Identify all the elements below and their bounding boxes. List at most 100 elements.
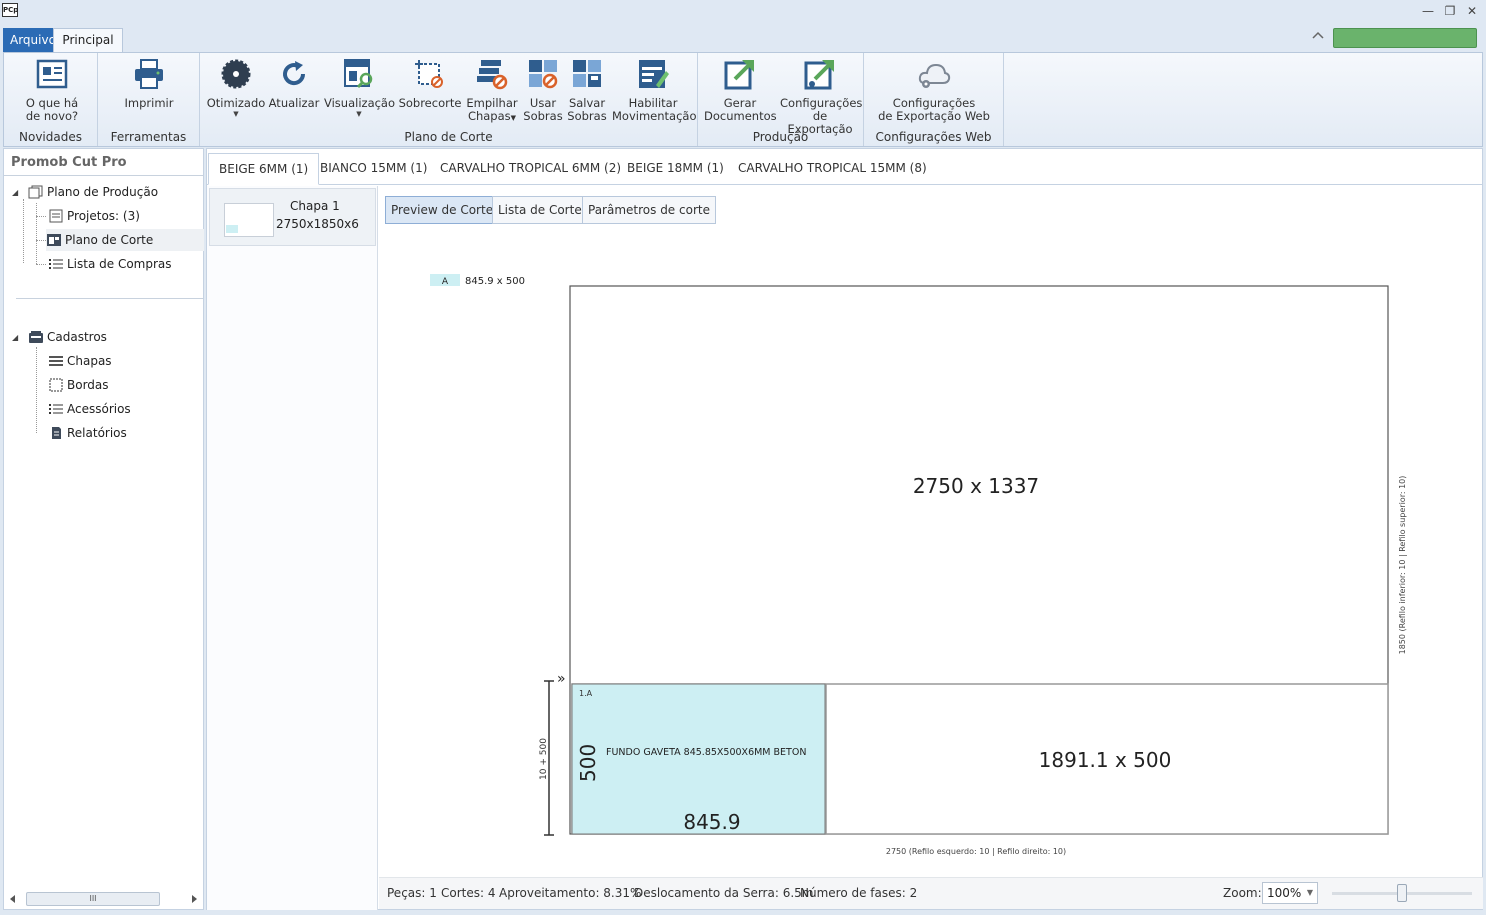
recut-icon — [415, 60, 443, 88]
preview-de-corte-button[interactable]: Preview de Corte — [385, 196, 500, 224]
tree-node-production-plan[interactable]: Plano de Produção — [28, 181, 158, 203]
status-pieces: Peças: 1 — [387, 886, 437, 900]
refresh-button[interactable]: Atualizar — [268, 57, 320, 110]
scroll-right-icon[interactable] — [191, 895, 197, 903]
cut-plan-icon — [47, 233, 61, 246]
group-producao: Gerar Documentos Configurações de Export… — [698, 53, 864, 146]
web-export-settings-button[interactable]: Configurações de Exportação Web — [874, 57, 994, 123]
tree-expander-icon[interactable]: ◢ — [12, 188, 18, 197]
folder-box-icon — [29, 330, 43, 343]
group-label-novidades: Novidades — [19, 130, 82, 144]
zoom-select[interactable]: 100% ▼ — [1262, 882, 1318, 904]
status-bar: Peças: 1 Cortes: 4 Aproveitamento: 8.31%… — [379, 877, 1483, 909]
tab-material-beige-6mm[interactable]: BEIGE 6MM (1) — [208, 153, 320, 185]
status-saw-travel: Deslocamento da Serra: 6.5m — [634, 886, 814, 900]
collapse-ribbon-icon[interactable] — [1311, 30, 1325, 44]
piece-legend: A 845.9 x 500 — [430, 274, 525, 287]
scroll-left-icon[interactable] — [10, 895, 16, 903]
sidebar-title: Promob Cut Pro — [11, 155, 127, 170]
sheet-size: 2750x1850x6 — [276, 217, 359, 231]
export-document-icon — [724, 60, 754, 90]
tab-principal[interactable]: Principal — [53, 28, 123, 52]
project-icon — [49, 209, 63, 222]
status-yield: Aproveitamento: 8.31% — [499, 886, 642, 900]
view-button[interactable]: Visualização ▼ — [324, 57, 395, 118]
print-button[interactable]: Imprimir — [118, 57, 180, 110]
tab-material-carvalho-15mm[interactable]: CARVALHO TROPICAL 15MM (8) — [728, 153, 937, 185]
tab-material-beige-18mm[interactable]: BEIGE 18MM (1) — [617, 153, 734, 185]
movement-icon — [639, 60, 669, 88]
tree-node-cut-plan[interactable]: Plano de Corte — [46, 229, 204, 251]
sidebar: Promob Cut Pro ◢ Plano de Produção Proje… — [3, 148, 204, 910]
tree-node-shopping-list[interactable]: Lista de Compras — [48, 253, 172, 275]
scrollbar-thumb[interactable]: III — [26, 892, 160, 906]
piece-width-label: 845.9 — [683, 810, 740, 834]
printer-icon — [135, 59, 163, 89]
group-label-ferramentas: Ferramentas — [110, 130, 187, 144]
tab-material-carvalho-6mm[interactable]: CARVALHO TROPICAL 6MM (2) — [430, 153, 631, 185]
export-settings-icon — [804, 60, 834, 90]
sheet-height-dimension: 1850 (Refilo inferior: 10 | Refilo super… — [1398, 476, 1407, 655]
group-label-producao: Produção — [752, 130, 809, 144]
sheet-card[interactable]: Chapa 1 2750x1850x6 — [209, 188, 376, 246]
enable-movement-button[interactable]: Habilitar Movimentação — [612, 57, 697, 123]
news-icon — [36, 59, 68, 89]
sheet-width-dimension: 2750 (Refilo esquerdo: 10 | Refilo direi… — [886, 847, 1066, 856]
tab-material-bianco-15mm[interactable]: BIANCO 15MM (1) — [310, 153, 437, 185]
tree-expander-icon[interactable]: ◢ — [12, 333, 18, 342]
license-status-bar — [1333, 28, 1477, 48]
group-label-configuracoes-web: Configurações Web — [875, 130, 992, 144]
piece-height-label: 500 — [576, 744, 600, 782]
app-logo: PCp — [2, 3, 18, 17]
optimized-button[interactable]: Otimizado ▼ — [206, 57, 266, 118]
piece-id: 1.A — [579, 689, 593, 698]
legend-size: 845.9 x 500 — [465, 276, 525, 287]
minimize-button[interactable]: — — [1419, 3, 1437, 19]
zoom-slider-thumb[interactable] — [1397, 884, 1407, 902]
main-area: BEIGE 6MM (1) BIANCO 15MM (1) CARVALHO T… — [206, 148, 1483, 910]
ribbon: O que há de novo? Novidades Imprimir Fer… — [3, 52, 1483, 147]
tree-node-registries[interactable]: Cadastros — [28, 326, 107, 348]
tree-node-reports[interactable]: Relatórios — [48, 422, 127, 444]
chevron-down-icon: ▼ — [1306, 888, 1313, 897]
saw-blade-icon — [221, 59, 251, 89]
edges-icon — [49, 378, 63, 391]
stacked-sheets-icon — [477, 60, 508, 90]
strip-dimension-label: 10 + 500 — [539, 738, 549, 780]
parametros-de-corte-button[interactable]: Parâmetros de corte — [582, 196, 716, 224]
dropdown-arrow-icon: ▼ — [356, 110, 362, 118]
tree-node-projects[interactable]: Projetos: (3) — [48, 205, 140, 227]
restore-button[interactable]: ❐ — [1441, 3, 1459, 19]
group-novidades: O que há de novo? Novidades — [4, 53, 98, 146]
legend-tag: A — [442, 277, 449, 287]
group-ferramentas: Imprimir Ferramentas — [98, 53, 200, 146]
title-bar: PCp — ❐ ✕ — [0, 0, 1486, 24]
right-leftover-label: 1891.1 x 500 — [1039, 748, 1172, 772]
strip-marker-icon: » — [557, 671, 566, 687]
generate-documents-button[interactable]: Gerar Documentos — [704, 57, 777, 123]
whats-new-button[interactable]: O que há de novo? — [12, 57, 92, 123]
stack-sheets-button[interactable]: Empilhar Chapas▼ — [464, 57, 520, 125]
tree-node-edges[interactable]: Bordas — [48, 374, 109, 396]
recut-button[interactable]: Sobrecorte — [398, 57, 462, 110]
lista-de-corte-button[interactable]: Lista de Corte — [492, 196, 588, 224]
zoom-label: Zoom: — [1223, 886, 1262, 900]
sidebar-horizontal-scrollbar[interactable]: III — [8, 891, 199, 907]
group-configuracoes-web: Configurações de Exportação Web Configur… — [864, 53, 1004, 146]
use-leftovers-button[interactable]: Usar Sobras — [522, 57, 564, 123]
close-button[interactable]: ✕ — [1463, 3, 1481, 19]
save-leftovers-icon — [573, 60, 601, 87]
status-phases: Número de fases: 2 — [800, 886, 918, 900]
top-leftover-label: 2750 x 1337 — [913, 474, 1039, 498]
sheet-list: Chapa 1 2750x1850x6 — [207, 186, 378, 910]
material-tabs: BEIGE 6MM (1) BIANCO 15MM (1) CARVALHO T… — [207, 149, 1482, 185]
export-settings-button[interactable]: Configurações de Exportação — [780, 57, 862, 136]
piece-name: FUNDO GAVETA 845.85X500X6MM BETON — [606, 747, 806, 758]
tree-node-accessories[interactable]: Acessórios — [48, 398, 131, 420]
sheet-name: Chapa 1 — [290, 199, 340, 213]
tree-node-sheets[interactable]: Chapas — [48, 350, 112, 372]
layout-magnifier-icon — [344, 59, 373, 89]
refresh-icon — [283, 61, 306, 86]
save-leftovers-button[interactable]: Salvar Sobras — [566, 57, 608, 123]
group-plano-de-corte: Otimizado ▼ Atualizar Visualização ▼ Sob… — [200, 53, 698, 146]
